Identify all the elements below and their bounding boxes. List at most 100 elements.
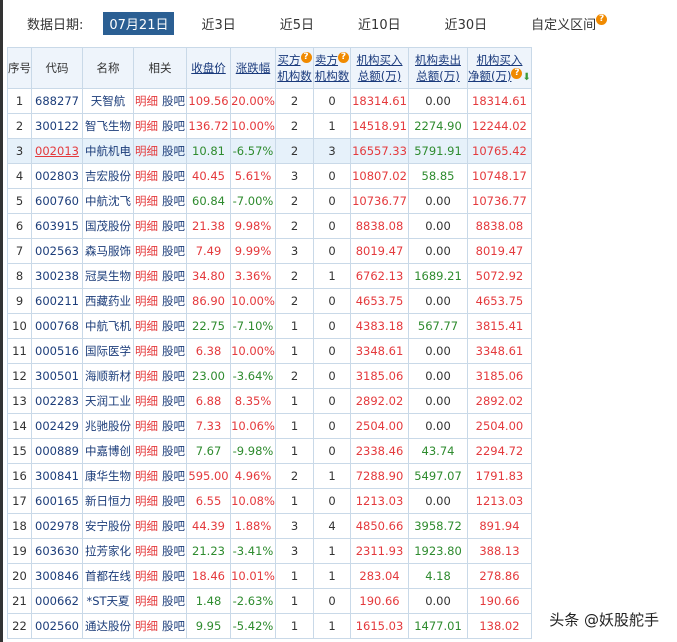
stock-code[interactable]: 300501 <box>31 363 83 389</box>
stock-name[interactable]: 康华生物 <box>82 463 134 489</box>
detail-link[interactable]: 明细 <box>135 244 158 258</box>
detail-link[interactable]: 明细 <box>135 444 158 458</box>
stock-name[interactable]: 国际医学 <box>82 338 134 364</box>
table-row[interactable]: 10 000768 中航飞机 明细 股吧 22.75 -7.10% 1 0 4383.18 567.… <box>7 313 532 339</box>
stock-code[interactable]: 300841 <box>31 463 83 489</box>
col-sellers[interactable]: 卖方? 机构数 <box>313 47 351 89</box>
stock-code[interactable]: 002283 <box>31 388 83 414</box>
forum-link[interactable]: 股吧 <box>162 119 185 133</box>
col-sell-amount[interactable]: 机构卖出 总额(万) <box>408 47 468 89</box>
table-row[interactable]: 14 002429 兆驰股份 明细 股吧 7.33 10.06% 1 0 2504.00 0.00 2… <box>7 413 532 439</box>
stock-name[interactable]: 兆驰股份 <box>82 413 134 439</box>
sort-sellers[interactable]: 卖方 <box>315 53 338 67</box>
sort-net-2[interactable]: 净额(万) <box>468 69 511 83</box>
stock-name[interactable]: 拉芳家化 <box>82 538 134 564</box>
stock-name[interactable]: 国茂股份 <box>82 213 134 239</box>
stock-code[interactable]: 002978 <box>31 513 83 539</box>
detail-link[interactable]: 明细 <box>135 469 158 483</box>
forum-link[interactable]: 股吧 <box>162 594 185 608</box>
forum-link[interactable]: 股吧 <box>162 219 185 233</box>
table-row[interactable]: 13 002283 天润工业 明细 股吧 6.88 8.35% 1 0 2892.02 0.00 28… <box>7 388 532 414</box>
stock-name[interactable]: 智飞生物 <box>82 113 134 139</box>
table-row[interactable]: 6 603915 国茂股份 明细 股吧 21.38 9.98% 2 0 8838.08 0.00 88… <box>7 213 532 239</box>
detail-link[interactable]: 明细 <box>135 569 158 583</box>
detail-link[interactable]: 明细 <box>135 94 158 108</box>
forum-link[interactable]: 股吧 <box>162 369 185 383</box>
forum-link[interactable]: 股吧 <box>162 469 185 483</box>
detail-link[interactable]: 明细 <box>135 544 158 558</box>
forum-link[interactable]: 股吧 <box>162 319 185 333</box>
sort-buyers-2[interactable]: 机构数 <box>277 69 312 83</box>
detail-link[interactable]: 明细 <box>135 144 158 158</box>
forum-link[interactable]: 股吧 <box>162 269 185 283</box>
forum-link[interactable]: 股吧 <box>162 619 185 633</box>
col-net[interactable]: 机构买入净额(万)? ⬇ <box>467 47 532 89</box>
stock-code[interactable]: 000516 <box>31 338 83 364</box>
detail-link[interactable]: 明细 <box>135 619 158 633</box>
detail-link[interactable]: 明细 <box>135 294 158 308</box>
stock-name[interactable]: 森马服饰 <box>82 238 134 264</box>
stock-code[interactable]: 600760 <box>31 188 83 214</box>
col-close[interactable]: 收盘价 <box>186 47 231 89</box>
detail-link[interactable]: 明细 <box>135 269 158 283</box>
sort-buy-amount[interactable]: 机构买入 <box>357 53 403 67</box>
table-row[interactable]: 21 000662 *ST天夏 明细 股吧 1.48 -2.63% 1 0 190.66 0.00 1… <box>7 588 532 614</box>
forum-link[interactable]: 股吧 <box>162 169 185 183</box>
stock-name[interactable]: 安宁股份 <box>82 513 134 539</box>
table-row[interactable]: 16 300841 康华生物 明细 股吧 595.00 4.96% 2 1 7288.90 5497… <box>7 463 532 489</box>
help-icon[interactable]: ? <box>596 13 608 25</box>
filter-custom[interactable]: 自定义区间? <box>531 13 608 33</box>
stock-code[interactable]: 002560 <box>31 613 83 639</box>
stock-name[interactable]: 天润工业 <box>82 388 134 414</box>
table-row[interactable]: 8 300238 冠昊生物 明细 股吧 34.80 3.36% 2 1 6762.13 1689.2… <box>7 263 532 289</box>
stock-code[interactable]: 600211 <box>31 288 83 314</box>
forum-link[interactable]: 股吧 <box>162 194 185 208</box>
stock-code[interactable]: 688277 <box>31 88 83 114</box>
stock-name[interactable]: 中航飞机 <box>82 313 134 339</box>
table-row[interactable]: 12 300501 海顺新材 明细 股吧 23.00 -3.64% 2 0 3185.06 0.00… <box>7 363 532 389</box>
sort-desc-arrow-icon[interactable]: ⬇ <box>522 72 530 83</box>
detail-link[interactable]: 明细 <box>135 119 158 133</box>
forum-link[interactable]: 股吧 <box>162 94 185 108</box>
detail-link[interactable]: 明细 <box>135 194 158 208</box>
forum-link[interactable]: 股吧 <box>162 444 185 458</box>
detail-link[interactable]: 明细 <box>135 219 158 233</box>
sort-sellers-2[interactable]: 机构数 <box>315 69 350 83</box>
detail-link[interactable]: 明细 <box>135 594 158 608</box>
table-row[interactable]: 19 603630 拉芳家化 明细 股吧 21.23 -3.41% 3 1 2311.93 1923… <box>7 538 532 564</box>
stock-name[interactable]: 天智航 <box>82 88 134 114</box>
forum-link[interactable]: 股吧 <box>162 569 185 583</box>
stock-name[interactable]: 中航机电 <box>82 138 134 164</box>
detail-link[interactable]: 明细 <box>135 319 158 333</box>
filter-10d[interactable]: 近10日 <box>358 14 401 33</box>
stock-name[interactable]: 首都在线 <box>82 563 134 589</box>
stock-code[interactable]: 002803 <box>31 163 83 189</box>
stock-code[interactable]: 000768 <box>31 313 83 339</box>
date-selected[interactable]: 07月21日 <box>103 11 175 35</box>
sort-close[interactable]: 收盘价 <box>191 61 226 75</box>
forum-link[interactable]: 股吧 <box>162 519 185 533</box>
stock-name[interactable]: *ST天夏 <box>82 588 134 614</box>
detail-link[interactable]: 明细 <box>135 169 158 183</box>
table-row[interactable]: 22 002560 通达股份 明细 股吧 9.95 -5.42% 1 1 1615.03 1477.… <box>7 613 532 639</box>
sort-net[interactable]: 机构买入 <box>476 53 522 67</box>
forum-link[interactable]: 股吧 <box>162 494 185 508</box>
forum-link[interactable]: 股吧 <box>162 419 185 433</box>
help-icon[interactable]: ? <box>511 68 523 79</box>
sort-sell-amount-2[interactable]: 总额(万) <box>416 69 459 83</box>
stock-code[interactable]: 002563 <box>31 238 83 264</box>
forum-link[interactable]: 股吧 <box>162 394 185 408</box>
stock-code[interactable]: 002429 <box>31 413 83 439</box>
stock-name[interactable]: 中航沈飞 <box>82 188 134 214</box>
stock-code[interactable]: 000662 <box>31 588 83 614</box>
table-row[interactable]: 9 600211 西藏药业 明细 股吧 86.90 10.00% 2 0 4653.75 0.00 4… <box>7 288 532 314</box>
forum-link[interactable]: 股吧 <box>162 244 185 258</box>
table-row[interactable]: 1 688277 天智航 明细 股吧 109.56 20.00% 2 0 18314.61 0.00… <box>7 88 532 114</box>
stock-code[interactable]: 600165 <box>31 488 83 514</box>
forum-link[interactable]: 股吧 <box>162 294 185 308</box>
forum-link[interactable]: 股吧 <box>162 344 185 358</box>
stock-code[interactable]: 300122 <box>31 113 83 139</box>
table-row[interactable]: 17 600165 新日恒力 明细 股吧 6.55 10.08% 1 0 1213.03 0.00 1… <box>7 488 532 514</box>
stock-name[interactable]: 海顺新材 <box>82 363 134 389</box>
help-icon[interactable]: ? <box>338 52 349 63</box>
